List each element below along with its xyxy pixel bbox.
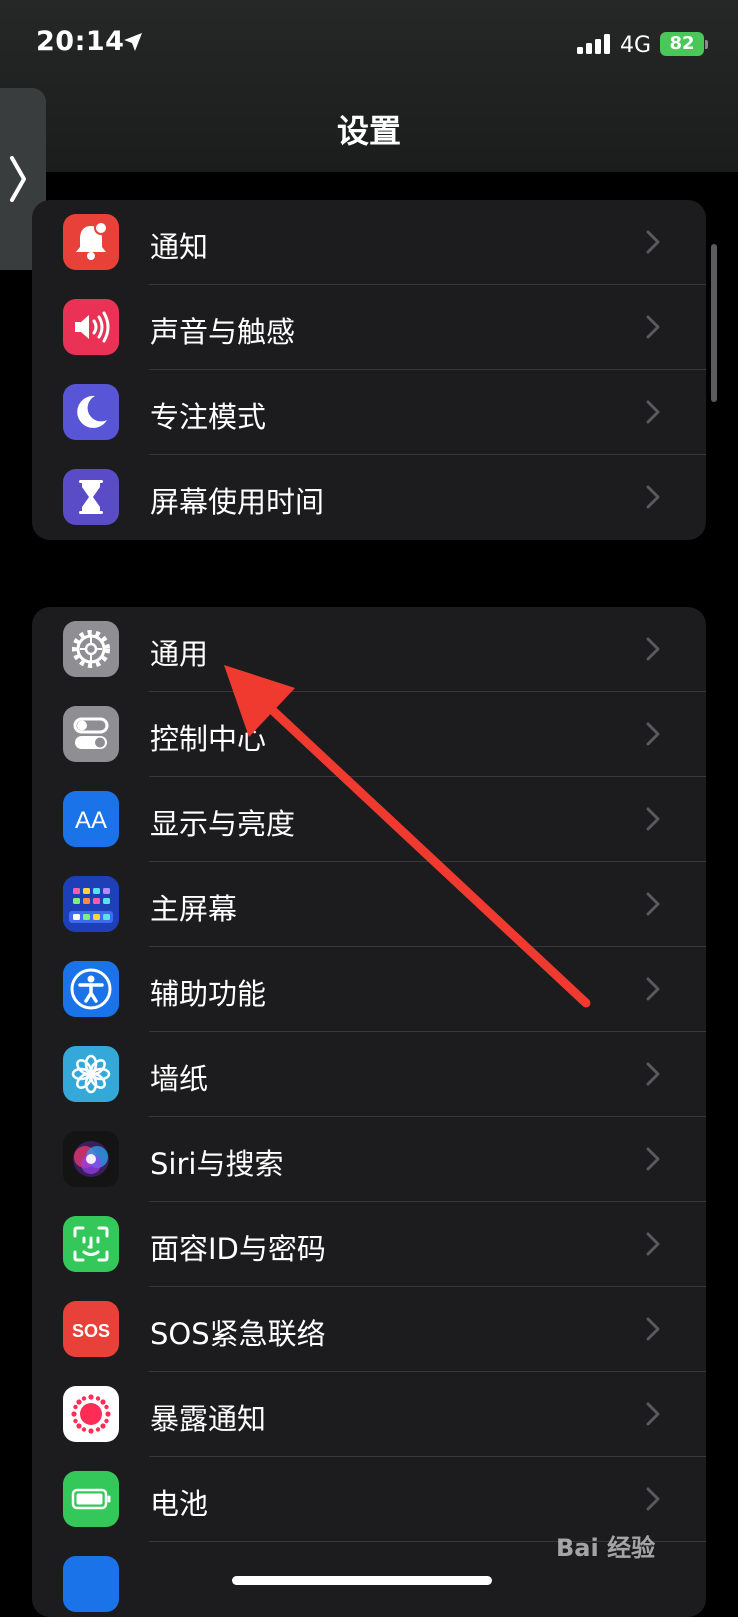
svg-text:AA: AA (75, 807, 107, 834)
chevron-right-icon (646, 485, 660, 509)
settings-item-label: 暴露通知 (150, 1402, 267, 1436)
settings-item-label: 面容ID与密码 (150, 1232, 326, 1266)
settings-item-label: 控制中心 (150, 722, 267, 756)
settings-item-general[interactable]: 通用 (32, 607, 706, 692)
hourglass-icon (63, 469, 119, 525)
chevron-right-icon (646, 1147, 660, 1171)
chevron-right-icon (646, 1062, 660, 1086)
settings-group-2: 通用 控制中心 AA 显示与亮度 主屏幕 辅助功能 墙纸 Siri与搜索 面容I… (32, 607, 706, 1617)
settings-group-1: 通知 声音与触感 专注模式 屏幕使用时间 (32, 200, 706, 540)
battery-cap (705, 40, 708, 49)
chevron-right-icon (646, 1402, 660, 1426)
location-arrow-icon (124, 33, 142, 51)
text-size-icon: AA (63, 791, 119, 847)
settings-item-home-screen[interactable]: 主屏幕 (32, 862, 706, 947)
settings-item-label: Siri与搜索 (150, 1147, 284, 1181)
watermark: Bai 经验 (556, 1534, 656, 1562)
settings-item-screen-time[interactable]: 屏幕使用时间 (32, 455, 706, 540)
settings-item-sounds[interactable]: 声音与触感 (32, 285, 706, 370)
settings-item-exposure-notifications[interactable]: 暴露通知 (32, 1372, 706, 1457)
settings-item-wallpaper[interactable]: 墙纸 (32, 1032, 706, 1117)
accessibility-icon (63, 961, 119, 1017)
settings-item-label: 主屏幕 (150, 892, 238, 926)
chevron-right-icon (646, 722, 660, 746)
settings-item-label: 通用 (150, 637, 209, 671)
chevron-right-icon (646, 400, 660, 424)
status-time: 20:14 (36, 26, 125, 57)
chevron-right-icon (646, 637, 660, 661)
settings-item-focus[interactable]: 专注模式 (32, 370, 706, 455)
chevron-right-icon (646, 807, 660, 831)
settings-item-emergency-sos[interactable]: SOS SOS紧急联络 (32, 1287, 706, 1372)
speaker-icon (63, 299, 119, 355)
chevron-right-icon (646, 977, 660, 1001)
cellular-signal-icon (577, 34, 610, 54)
chevron-right-icon (10, 156, 26, 202)
settings-item-label: 专注模式 (150, 400, 267, 434)
sos-icon: SOS (63, 1301, 119, 1357)
settings-item-label: 辅助功能 (150, 977, 267, 1011)
settings-item-label: 通知 (150, 230, 209, 264)
chevron-right-icon (646, 230, 660, 254)
chevron-right-icon (646, 892, 660, 916)
page-title: 设置 (336, 112, 401, 150)
chevron-right-icon (646, 1232, 660, 1256)
chevron-right-icon (646, 1317, 660, 1341)
battery-icon (63, 1471, 119, 1527)
settings-item-face-id[interactable]: 面容ID与密码 (32, 1202, 706, 1287)
scroll-indicator (711, 244, 717, 402)
gear-icon (63, 621, 119, 677)
bell-icon (63, 214, 119, 270)
svg-text:SOS: SOS (72, 1321, 110, 1341)
settings-item-label: SOS紧急联络 (150, 1317, 326, 1351)
status-bar: 20:14 4G 82 (0, 0, 738, 90)
home-indicator[interactable] (232, 1576, 492, 1585)
settings-item-label: 电池 (150, 1487, 209, 1521)
siri-icon (63, 1131, 119, 1187)
settings-item-label: 墙纸 (150, 1062, 209, 1096)
settings-item-notifications[interactable]: 通知 (32, 200, 706, 285)
settings-item-siri[interactable]: Siri与搜索 (32, 1117, 706, 1202)
face-id-icon (63, 1216, 119, 1272)
settings-item-label: 显示与亮度 (150, 807, 296, 841)
network-type: 4G (620, 33, 652, 58)
partial-icon (63, 1556, 119, 1612)
settings-item-label: 屏幕使用时间 (150, 485, 325, 519)
chevron-right-icon (646, 1487, 660, 1511)
moon-icon (63, 384, 119, 440)
exposure-icon (63, 1386, 119, 1442)
battery-level: 82 (660, 32, 704, 56)
flower-icon (63, 1046, 119, 1102)
toggles-icon (63, 706, 119, 762)
settings-item-display[interactable]: AA 显示与亮度 (32, 777, 706, 862)
chevron-right-icon (646, 315, 660, 339)
home-screen-grid-icon (63, 876, 119, 932)
settings-item-control-center[interactable]: 控制中心 (32, 692, 706, 777)
settings-item-label: 声音与触感 (150, 315, 296, 349)
settings-item-accessibility[interactable]: 辅助功能 (32, 947, 706, 1032)
